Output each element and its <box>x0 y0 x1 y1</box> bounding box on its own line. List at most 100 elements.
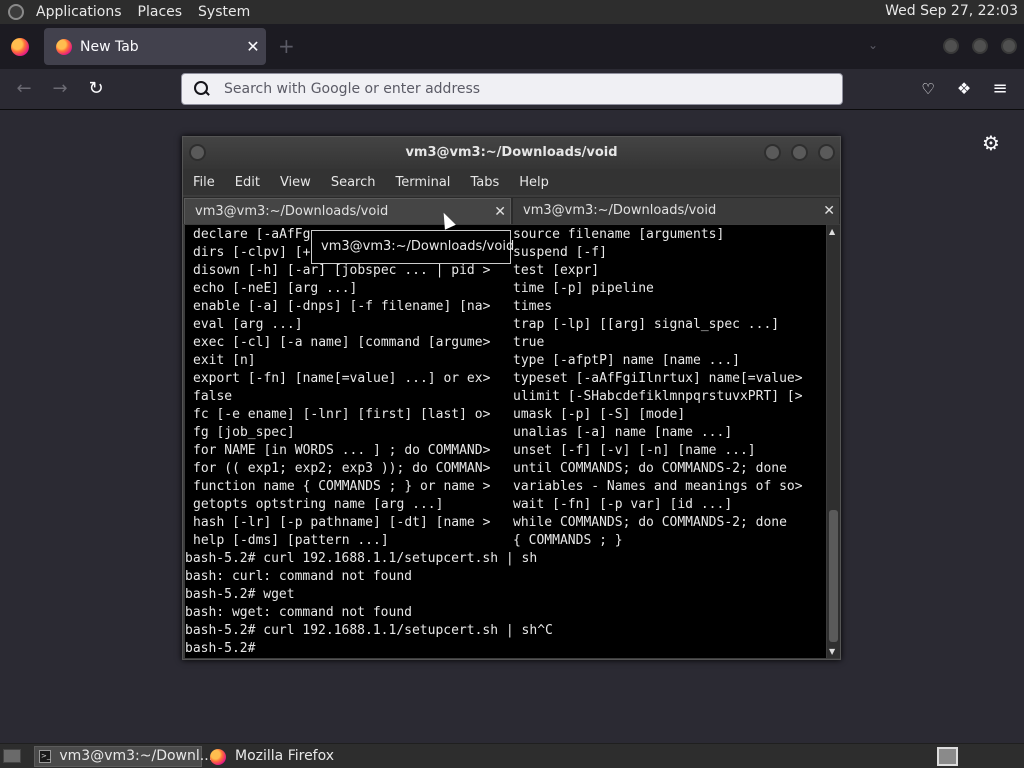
terminal-line-left: help [-dms] [pattern ...] <box>193 533 389 548</box>
terminal-line-right: while COMMANDS; do COMMANDS-2; done <box>513 515 787 530</box>
scroll-down-arrow-icon[interactable]: ▼ <box>829 647 835 656</box>
menu-help[interactable]: Help <box>509 175 559 190</box>
terminal-title-bar[interactable]: vm3@vm3:~/Downloads/void <box>183 137 840 169</box>
terminal-line-right: times <box>513 299 553 314</box>
places-menu[interactable]: Places <box>130 4 191 20</box>
workspace-switcher[interactable] <box>937 747 958 766</box>
maximize-window-button[interactable] <box>972 38 988 54</box>
taskbar-label: vm3@vm3:~/Downl... <box>59 748 214 764</box>
terminal-icon: >_ <box>39 750 52 763</box>
minimize-button[interactable] <box>764 144 781 161</box>
close-tab-icon[interactable]: ✕ <box>494 199 506 225</box>
system-menu[interactable]: System <box>190 4 258 20</box>
forward-arrow-icon[interactable]: → <box>48 77 72 101</box>
terminal-line-right: wait [-fn] [-p var] [id ...] <box>513 497 733 512</box>
firefox-toolbar: ← → ↻ ♡ ❖ ≡ <box>0 69 1024 110</box>
chevron-down-icon[interactable]: ⌄ <box>868 38 878 52</box>
terminal-line-left: eval [arg ...] <box>193 317 303 332</box>
hamburger-menu-icon[interactable]: ≡ <box>988 77 1012 101</box>
terminal-line-right: unalias [-a] name [name ...] <box>513 425 733 440</box>
terminal-line-left: hash [-lr] [-p pathname] [-dt] [name > <box>193 515 491 530</box>
terminal-line-right: typeset [-aAfFgiIlnrtux] name[=value> <box>513 371 803 386</box>
close-tab-icon[interactable]: ✕ <box>823 198 835 224</box>
menu-tabs[interactable]: Tabs <box>460 175 509 190</box>
terminal-line-left: enable [-a] [-dnps] [-f filename] [na> <box>193 299 491 314</box>
scrollbar-thumb[interactable] <box>829 510 838 642</box>
terminal-output-line: bash-5.2# <box>185 641 264 656</box>
close-window-button[interactable] <box>1001 38 1017 54</box>
terminal-output-line: bash: curl: command not found <box>185 569 412 584</box>
terminal-line-right: until COMMANDS; do COMMANDS-2; done <box>513 461 787 476</box>
terminal-line-left: declare [-aAfFg <box>193 227 311 242</box>
firefox-logo-icon <box>210 748 226 765</box>
panel-menus: Applications Places System <box>28 4 258 20</box>
bottom-panel: >_ vm3@vm3:~/Downl... Mozilla Firefox <box>0 743 1024 768</box>
terminal-line-left: fg [job_spec] <box>193 425 295 440</box>
tab-label: New Tab <box>80 38 139 55</box>
terminal-tab-label: vm3@vm3:~/Downloads/void <box>195 204 389 219</box>
terminal-line-right: variables - Names and meanings of so> <box>513 479 803 494</box>
terminal-scrollbar[interactable]: ▲ ▼ <box>827 225 840 658</box>
terminal-line-left: for NAME [in WORDS ... ] ; do COMMAND> <box>193 443 491 458</box>
terminal-line-right: source filename [arguments] <box>513 227 725 242</box>
terminal-line-right: type [-afptP] name [name ...] <box>513 353 740 368</box>
reload-icon[interactable]: ↻ <box>84 77 108 101</box>
terminal-line-left: function name { COMMANDS ; } or name > <box>193 479 491 494</box>
pocket-icon[interactable]: ♡ <box>916 77 940 101</box>
menu-view[interactable]: View <box>270 175 321 190</box>
extensions-puzzle-icon[interactable]: ❖ <box>952 77 976 101</box>
maximize-button[interactable] <box>791 144 808 161</box>
menu-terminal[interactable]: Terminal <box>385 175 460 190</box>
firefox-logo-icon <box>11 38 29 56</box>
applications-menu[interactable]: Applications <box>28 4 130 20</box>
url-bar[interactable] <box>181 73 843 105</box>
terminal-tab-label: vm3@vm3:~/Downloads/void <box>523 203 717 218</box>
back-arrow-icon[interactable]: ← <box>12 77 36 101</box>
terminal-tab-bar: vm3@vm3:~/Downloads/void ✕ vm3@vm3:~/Dow… <box>183 197 840 224</box>
terminal-line-left: for (( exp1; exp2; exp3 )); do COMMAN> <box>193 461 491 476</box>
search-icon <box>194 81 210 97</box>
terminal-tab-2[interactable]: vm3@vm3:~/Downloads/void ✕ <box>513 198 839 224</box>
window-menu-button[interactable] <box>189 144 206 161</box>
terminal-line-right: time [-p] pipeline <box>513 281 654 296</box>
search-input[interactable] <box>224 81 804 97</box>
clock[interactable]: Wed Sep 27, 22:03 <box>885 3 1018 19</box>
terminal-line-left: getopts optstring name [arg ...] <box>193 497 444 512</box>
new-tab-plus-icon[interactable]: + <box>278 36 295 56</box>
menu-edit[interactable]: Edit <box>225 175 270 190</box>
terminal-output[interactable]: declare [-aAfFg source filename [argument… <box>185 225 826 658</box>
tab-new-tab[interactable]: New Tab ✕ <box>44 28 266 65</box>
terminal-tab-1[interactable]: vm3@vm3:~/Downloads/void ✕ <box>184 198 511 224</box>
menu-search[interactable]: Search <box>321 175 386 190</box>
terminal-line-right: suspend [-f] <box>513 245 607 260</box>
taskbar-firefox[interactable]: Mozilla Firefox <box>206 746 356 767</box>
close-button[interactable] <box>818 144 835 161</box>
window-title: vm3@vm3:~/Downloads/void <box>405 145 618 160</box>
terminal-line-left: dirs [-clpv] [+ <box>193 245 311 260</box>
terminal-line-left: false <box>193 389 233 404</box>
gear-icon[interactable]: ⚙ <box>982 131 1000 155</box>
show-desktop-icon[interactable] <box>3 749 21 763</box>
top-panel: Applications Places System Wed Sep 27, 2… <box>0 0 1024 24</box>
firefox-view-button[interactable] <box>8 37 32 57</box>
terminal-line-right: umask [-p] [-S] [mode] <box>513 407 686 422</box>
terminal-output-line: bash-5.2# wget <box>185 587 295 602</box>
minimize-window-button[interactable] <box>943 38 959 54</box>
terminal-line-left: disown [-h] [-ar] [jobspec ... | pid > <box>193 263 491 278</box>
terminal-line-left: fc [-e ename] [-lnr] [first] [last] o> <box>193 407 491 422</box>
terminal-line-left: exec [-cl] [-a name] [command [argume> <box>193 335 491 350</box>
terminal-line-right: true <box>513 335 545 350</box>
terminal-line-right: { COMMANDS ; } <box>513 533 623 548</box>
menu-logo-icon[interactable] <box>8 4 24 20</box>
terminal-window: vm3@vm3:~/Downloads/void File Edit View … <box>182 136 841 660</box>
tab-tooltip: vm3@vm3:~/Downloads/void <box>311 230 514 264</box>
terminal-line-left: exit [n] <box>193 353 256 368</box>
taskbar-terminal[interactable]: >_ vm3@vm3:~/Downl... <box>34 746 213 767</box>
terminal-output-line: bash-5.2# curl 192.1688.1.1/setupcert.sh… <box>185 623 553 638</box>
close-tab-icon[interactable]: ✕ <box>240 37 266 56</box>
scroll-up-arrow-icon[interactable]: ▲ <box>829 227 835 236</box>
menu-file[interactable]: File <box>183 175 225 190</box>
taskbar-label: Mozilla Firefox <box>235 748 335 764</box>
terminal-line-left: echo [-neE] [arg ...] <box>193 281 358 296</box>
terminal-line-left: export [-fn] [name[=value] ...] or ex> <box>193 371 491 386</box>
